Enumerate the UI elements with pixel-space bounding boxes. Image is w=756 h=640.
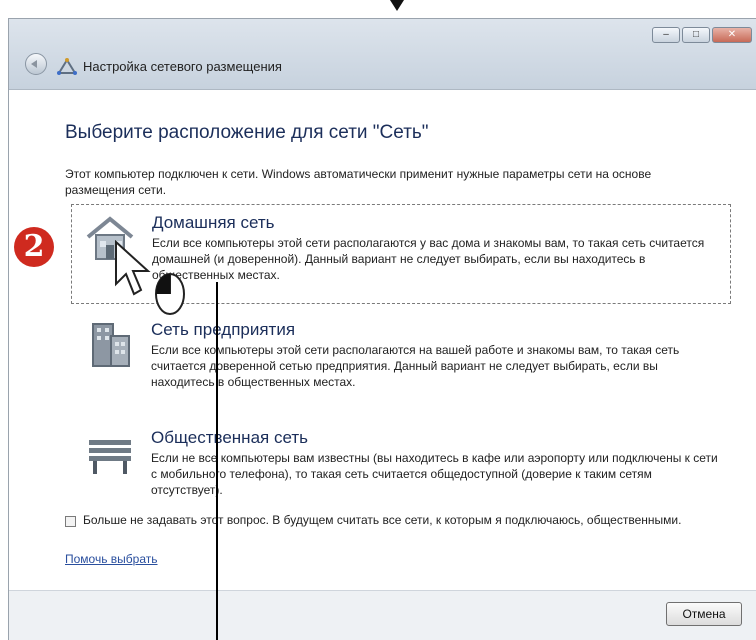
window-titlebar: – □ ✕ Настройка сетевого размещения xyxy=(9,19,756,90)
step-badge: 2 xyxy=(14,227,54,267)
window-title: Настройка сетевого размещения xyxy=(83,59,282,74)
minimize-button[interactable]: – xyxy=(652,27,680,43)
option-description: Если не все компьютеры вам известны (вы … xyxy=(151,451,718,497)
dialog-content: Выберите расположение для сети "Сеть" Эт… xyxy=(9,90,756,590)
network-location-window: – □ ✕ Настройка сетевого размещения Выбе… xyxy=(8,18,756,640)
mouse-icon xyxy=(150,264,190,320)
network-icon xyxy=(55,57,79,75)
back-button[interactable] xyxy=(25,53,47,75)
close-button[interactable]: ✕ xyxy=(712,27,752,43)
intro-text: Этот компьютер подключен к сети. Windows… xyxy=(65,167,652,197)
option-title: Сеть предприятия xyxy=(151,320,296,339)
remember-choice-checkbox[interactable] xyxy=(65,516,76,527)
option-public-network[interactable]: Общественная сеть Если не все компьютеры… xyxy=(71,420,731,520)
page-title: Выберите расположение для сети "Сеть" xyxy=(65,122,429,143)
callout-arrow-top xyxy=(390,0,404,11)
screenshot-stage: – □ ✕ Настройка сетевого размещения Выбе… xyxy=(0,0,756,640)
cancel-button[interactable]: Отмена xyxy=(666,602,742,626)
option-work-network[interactable]: Сеть предприятия Если все компьютеры это… xyxy=(71,312,731,412)
option-title: Домашняя сеть xyxy=(152,213,275,232)
callout-line xyxy=(216,282,218,640)
checkbox-label: Больше не задавать этот вопрос. В будуще… xyxy=(83,513,682,527)
dialog-footer: Отмена xyxy=(9,590,756,640)
office-building-icon xyxy=(81,318,139,372)
option-description: Если все компьютеры этой сети располагаю… xyxy=(152,236,705,282)
option-title: Общественная сеть xyxy=(151,428,308,447)
park-bench-icon xyxy=(81,426,139,480)
mouse-pointer-icon xyxy=(112,239,154,300)
window-controls: – □ ✕ xyxy=(652,27,752,43)
option-description: Если все компьютеры этой сети располагаю… xyxy=(151,343,680,389)
maximize-button[interactable]: □ xyxy=(682,27,710,43)
help-choose-link[interactable]: Помочь выбрать xyxy=(65,552,158,566)
